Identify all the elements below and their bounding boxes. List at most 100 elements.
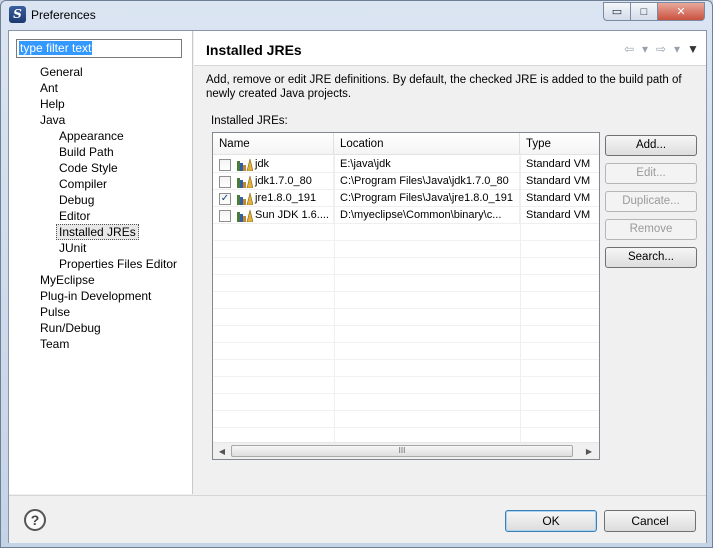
empty-row bbox=[213, 224, 599, 241]
installed-jres-label: Installed JREs: bbox=[211, 115, 288, 127]
add-button[interactable]: Add... bbox=[605, 135, 697, 156]
jre-location: C:\Program Files\Java\jdk1.7.0_80 bbox=[334, 173, 520, 190]
horizontal-scrollbar[interactable]: ◀ III ▶ bbox=[213, 442, 599, 459]
chevron-down-icon[interactable]: ▾ bbox=[638, 42, 652, 56]
ok-button[interactable]: OK bbox=[505, 510, 597, 532]
tree-item-properties-files-editor[interactable]: Properties Files Editor bbox=[59, 256, 177, 272]
column-header-name[interactable]: Name bbox=[213, 133, 334, 155]
tree-item-build-path[interactable]: Build Path bbox=[59, 144, 114, 160]
empty-row bbox=[213, 394, 599, 411]
edit-button[interactable]: Edit... bbox=[605, 163, 697, 184]
jre-name: jdk1.7.0_80 bbox=[255, 175, 312, 187]
minimize-button[interactable]: ▭ bbox=[603, 2, 631, 21]
tree-item-junit[interactable]: JUnit bbox=[59, 240, 86, 256]
jre-table: Name Location Type jdk E:\java\jdk Standar… bbox=[212, 132, 600, 460]
preference-tree-panel: type filter text General Ant Help Java Appea… bbox=[9, 31, 193, 494]
default-jre-checkbox[interactable] bbox=[219, 176, 231, 188]
default-jre-checkbox[interactable] bbox=[219, 210, 231, 222]
page-description: Add, remove or edit JRE definitions. By … bbox=[206, 74, 682, 100]
preference-page: Installed JREs ⇦ ▾ ⇨ ▾ ▼ Add, remove or … bbox=[194, 31, 706, 494]
default-jre-checkbox[interactable] bbox=[219, 159, 231, 171]
name-cell: ✓ jre1.8.0_191 bbox=[213, 190, 334, 207]
dialog-footer: ? OK Cancel bbox=[9, 495, 706, 543]
view-menu-icon[interactable]: ▼ bbox=[686, 42, 700, 56]
filter-input-text: type filter text bbox=[19, 41, 93, 55]
scroll-right-icon[interactable]: ▶ bbox=[583, 446, 595, 457]
search-button[interactable]: Search... bbox=[605, 247, 697, 268]
column-header-type[interactable]: Type bbox=[520, 133, 599, 155]
tree-item-editor[interactable]: Editor bbox=[59, 208, 90, 224]
empty-row bbox=[213, 326, 599, 343]
empty-row bbox=[213, 411, 599, 428]
column-header-location[interactable]: Location bbox=[334, 133, 520, 155]
default-jre-checkbox[interactable]: ✓ bbox=[219, 193, 231, 205]
jre-name: jdk bbox=[255, 158, 270, 170]
empty-row bbox=[213, 292, 599, 309]
column-divider bbox=[520, 155, 521, 443]
jre-type: Standard VM bbox=[526, 158, 591, 170]
chevron-down-icon[interactable]: ▾ bbox=[670, 42, 684, 56]
arrow-right-icon[interactable]: ⇨ bbox=[654, 42, 668, 56]
page-nav: ⇦ ▾ ⇨ ▾ ▼ bbox=[622, 42, 700, 56]
column-divider bbox=[334, 155, 335, 443]
jre-library-icon bbox=[237, 175, 253, 188]
empty-row bbox=[213, 360, 599, 377]
table-header: Name Location Type bbox=[213, 133, 599, 155]
window-title: Preferences bbox=[31, 8, 96, 22]
empty-row bbox=[213, 377, 599, 394]
tree-item-myeclipse[interactable]: MyEclipse bbox=[40, 272, 95, 288]
remove-button[interactable]: Remove bbox=[605, 219, 697, 240]
table-row[interactable]: ✓ jre1.8.0_191 C:\Program Files\Java\jre1.… bbox=[213, 190, 599, 207]
jre-type: Standard VM bbox=[526, 175, 591, 187]
jre-type: Standard VM bbox=[526, 192, 591, 204]
tree-item-pulse[interactable]: Pulse bbox=[40, 304, 70, 320]
table-row[interactable]: Sun JDK 1.6.... D:\myeclipse\Common\binar… bbox=[213, 207, 599, 224]
scroll-thumb[interactable]: III bbox=[231, 445, 573, 457]
app-icon: S bbox=[9, 6, 26, 23]
table-row[interactable]: jdk1.7.0_80 C:\Program Files\Java\jdk1.7.… bbox=[213, 173, 599, 190]
table-row[interactable]: jdk E:\java\jdk Standard VM bbox=[213, 156, 599, 173]
jre-name: jre1.8.0_191 bbox=[255, 192, 317, 204]
jre-library-icon bbox=[237, 209, 253, 222]
tree-item-debug[interactable]: Debug bbox=[59, 192, 94, 208]
tree-item-team[interactable]: Team bbox=[40, 336, 69, 352]
help-icon[interactable]: ? bbox=[24, 509, 46, 531]
empty-row bbox=[213, 258, 599, 275]
page-header: Installed JREs ⇦ ▾ ⇨ ▾ ▼ bbox=[194, 31, 706, 66]
tree-item-code-style[interactable]: Code Style bbox=[59, 160, 118, 176]
filter-input[interactable]: type filter text bbox=[16, 39, 182, 58]
duplicate-button[interactable]: Duplicate... bbox=[605, 191, 697, 212]
jre-name: Sun JDK 1.6.... bbox=[255, 209, 329, 221]
jre-type: Standard VM bbox=[526, 209, 591, 221]
tree-item-general[interactable]: General bbox=[40, 64, 83, 80]
tree-item-plug-in-development[interactable]: Plug-in Development bbox=[40, 288, 151, 304]
preferences-window: S Preferences ▭ □ ✕ type filter text Gen… bbox=[0, 0, 713, 548]
cancel-button[interactable]: Cancel bbox=[604, 510, 696, 532]
name-cell: jdk1.7.0_80 bbox=[213, 173, 334, 190]
name-cell: jdk bbox=[213, 156, 334, 173]
tree-item-appearance[interactable]: Appearance bbox=[59, 128, 124, 144]
dialog-client: type filter text General Ant Help Java Appea… bbox=[8, 30, 707, 543]
scroll-left-icon[interactable]: ◀ bbox=[216, 446, 228, 457]
name-cell: Sun JDK 1.6.... bbox=[213, 207, 334, 224]
tree-item-java[interactable]: Java bbox=[40, 112, 65, 128]
close-icon: ✕ bbox=[676, 6, 686, 18]
jre-library-icon bbox=[237, 158, 253, 171]
maximize-button[interactable]: □ bbox=[630, 2, 658, 21]
jre-location: D:\myeclipse\Common\binary\c... bbox=[334, 207, 520, 224]
tree-item-help[interactable]: Help bbox=[40, 96, 65, 112]
scroll-grip: III bbox=[398, 446, 406, 455]
tree-item-run-debug[interactable]: Run/Debug bbox=[40, 320, 101, 336]
empty-row bbox=[213, 309, 599, 326]
tree-item-compiler[interactable]: Compiler bbox=[59, 176, 107, 192]
minimize-icon: ▭ bbox=[611, 6, 623, 18]
arrow-left-icon[interactable]: ⇦ bbox=[622, 42, 636, 56]
maximize-icon: □ bbox=[640, 5, 648, 18]
jre-location: E:\java\jdk bbox=[334, 156, 520, 173]
empty-row bbox=[213, 241, 599, 258]
jre-library-icon bbox=[237, 192, 253, 205]
tree-item-installed-jres[interactable]: Installed JREs bbox=[56, 224, 139, 240]
tree-item-ant[interactable]: Ant bbox=[40, 80, 58, 96]
title-bar[interactable]: S Preferences ▭ □ ✕ bbox=[1, 1, 712, 29]
close-button[interactable]: ✕ bbox=[657, 2, 705, 21]
